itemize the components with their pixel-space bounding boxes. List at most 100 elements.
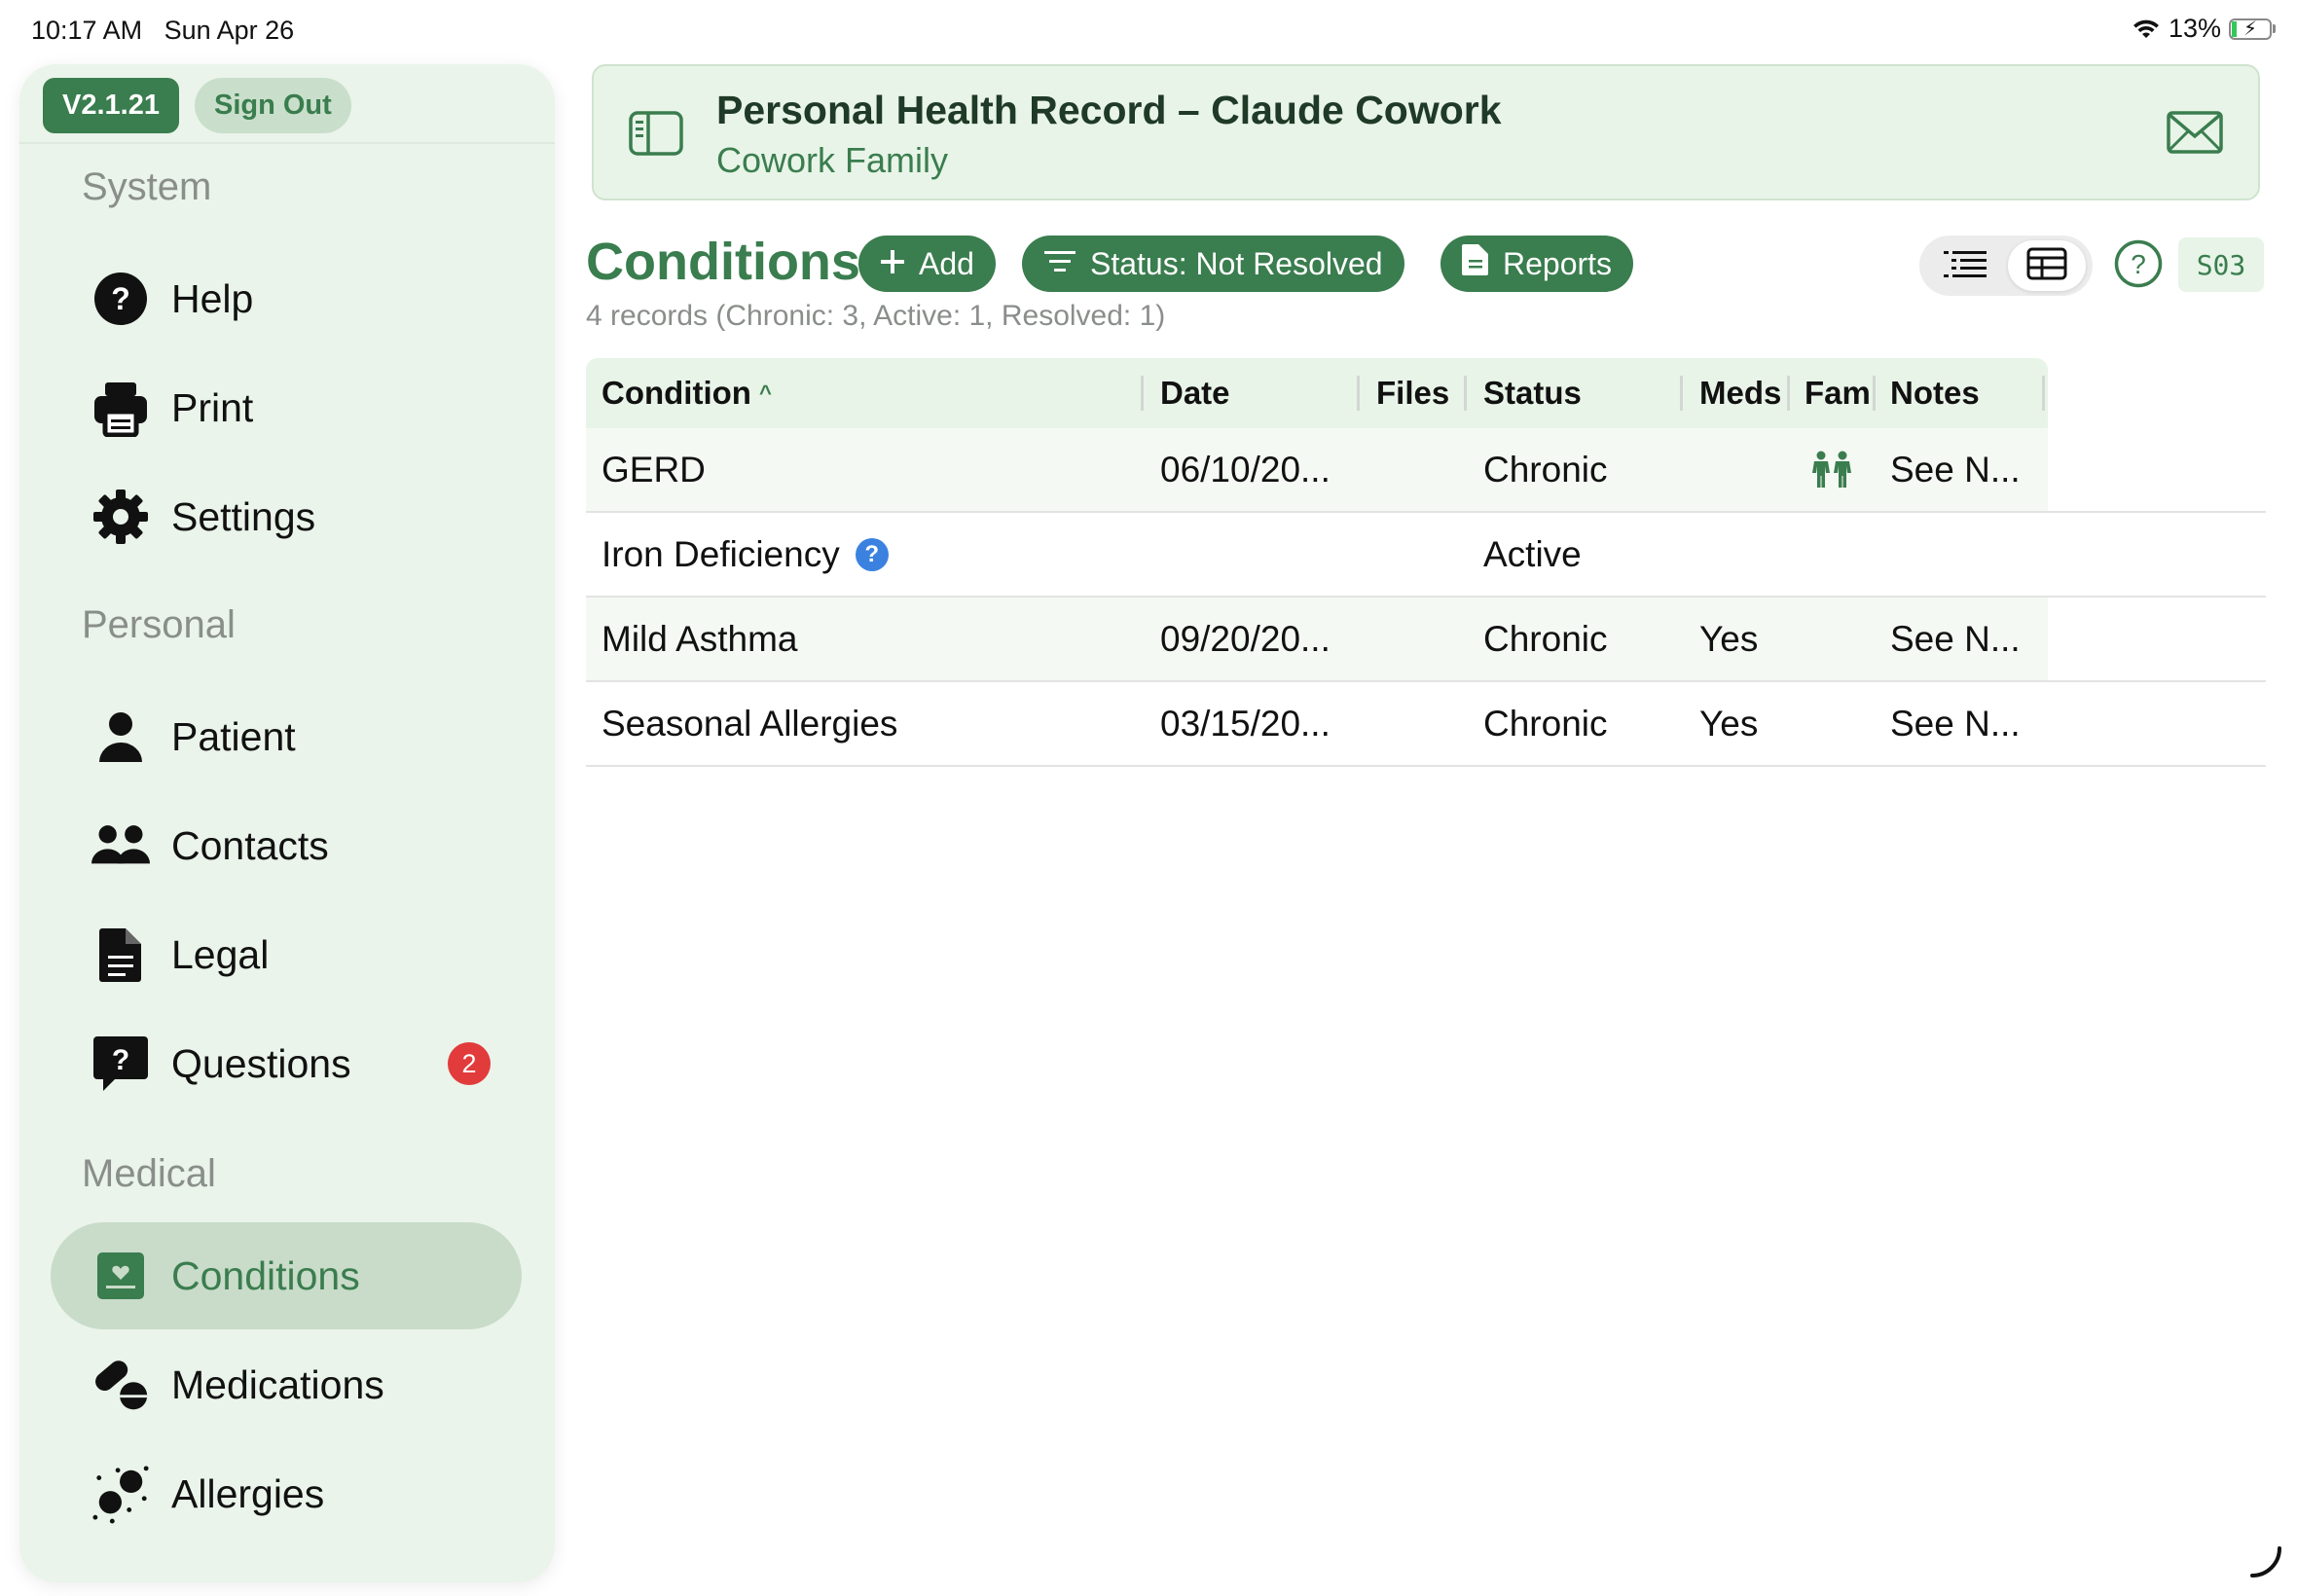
status-date: Sun Apr 26 (164, 16, 295, 45)
sidebar-item-help[interactable]: ? Help (51, 245, 522, 352)
add-button-label: Add (919, 245, 974, 281)
sidebar-item-label: Settings (171, 493, 316, 539)
battery-icon: ⚡ (2229, 18, 2276, 40)
sidebar-item-label: Patient (171, 713, 296, 759)
page-header-title: Personal Health Record – Claude Cowork (716, 88, 1502, 132)
column-header-date[interactable]: Date (1160, 358, 1230, 428)
cell-date: 03/15/20... (1160, 703, 1331, 744)
column-header-files[interactable]: Files (1376, 358, 1449, 428)
page-title: Conditions (586, 233, 860, 291)
sidebar-item-questions[interactable]: ? Questions 2 (51, 1010, 522, 1117)
cell-notes[interactable]: See N... (1890, 598, 2021, 680)
table-row[interactable]: Mild Asthma 09/20/20... Chronic Yes See … (586, 598, 2266, 682)
plus-icon (880, 246, 905, 282)
section-title-personal: Personal (82, 603, 236, 646)
record-summary: 4 records (Chronic: 3, Active: 1, Resolv… (586, 300, 1166, 332)
sidebar-item-label: Help (171, 275, 254, 321)
sidebar-item-patient[interactable]: Patient (51, 683, 522, 790)
table-view-button[interactable] (2008, 240, 2086, 291)
list-view-button[interactable] (1926, 240, 2004, 291)
sidebar-item-conditions[interactable]: Conditions (51, 1222, 522, 1329)
screen-code-badge: S03 (2178, 237, 2264, 292)
cell-notes[interactable]: See N... (1890, 682, 2021, 765)
help-circle-icon[interactable]: ? (2114, 239, 2163, 293)
column-header-fam[interactable]: Fam (1805, 358, 1871, 428)
medical-chart-icon (91, 1247, 150, 1305)
table-row[interactable]: Iron Deficiency ? Active (586, 513, 2266, 598)
column-divider[interactable] (1141, 376, 1144, 411)
sidebar-item-print[interactable]: Print (51, 354, 522, 461)
table-header: Condition ^ Date Files Status Meds Fam N… (586, 358, 2048, 428)
allergens-icon (91, 1465, 150, 1524)
list-icon (1944, 249, 1987, 283)
table-row[interactable]: GERD 06/10/20... Chronic See N... (586, 428, 2266, 513)
column-header-status[interactable]: Status (1483, 358, 1582, 428)
window-resize-icon[interactable] (2248, 1544, 2283, 1584)
document-icon (91, 925, 150, 984)
sidebar-item-label: Contacts (171, 822, 329, 868)
info-badge-icon[interactable]: ? (855, 537, 889, 571)
cell-status: Chronic (1483, 618, 1608, 659)
cell-meds: Yes (1699, 703, 1759, 744)
sidebar-item-label: Questions (171, 1040, 351, 1086)
person-icon (91, 707, 150, 766)
wifi-icon (2133, 19, 2159, 38)
mail-icon[interactable] (2167, 111, 2223, 159)
reports-button-label: Reports (1503, 245, 1613, 281)
version-badge[interactable]: V2.1.21 (43, 78, 179, 133)
question-bubble-icon: ? (91, 1034, 150, 1093)
sidebar: V2.1.21 Sign Out System ? Help Print Set… (19, 64, 555, 1582)
cell-date: 09/20/20... (1160, 618, 1331, 659)
sidebar-item-contacts[interactable]: Contacts (51, 792, 522, 899)
printer-icon (91, 379, 150, 437)
sidebar-toggle-icon[interactable] (629, 111, 683, 161)
sidebar-item-allergies[interactable]: Allergies (51, 1440, 522, 1547)
column-divider[interactable] (1787, 376, 1790, 411)
status-filter-button[interactable]: Status: Not Resolved (1022, 236, 1404, 292)
column-divider[interactable] (1680, 376, 1683, 411)
cell-status: Chronic (1483, 703, 1608, 744)
sidebar-item-label: Conditions (171, 1252, 360, 1298)
pills-icon (91, 1356, 150, 1414)
cell-status: Chronic (1483, 449, 1608, 490)
section-title-medical: Medical (82, 1152, 216, 1195)
column-divider[interactable] (1357, 376, 1360, 411)
cell-meds: Yes (1699, 618, 1759, 659)
column-divider[interactable] (2042, 376, 2045, 411)
add-button[interactable]: Add (858, 236, 996, 292)
help-icon: ? (91, 270, 150, 328)
cell-date: 06/10/20... (1160, 449, 1331, 490)
sign-out-button[interactable]: Sign Out (194, 78, 351, 133)
view-mode-toggle (1919, 236, 2093, 296)
cell-notes[interactable]: See N... (1890, 428, 2021, 511)
gear-icon (91, 488, 150, 546)
column-header-meds[interactable]: Meds (1699, 358, 1781, 428)
sidebar-item-label: Medications (171, 1361, 384, 1407)
svg-text:?: ? (111, 281, 130, 316)
column-header-condition[interactable]: Condition ^ (602, 358, 772, 428)
sidebar-item-label: Legal (171, 931, 270, 977)
status-time: 10:17 AM (31, 16, 143, 45)
sidebar-divider (19, 142, 555, 144)
people-icon (91, 816, 150, 875)
column-header-notes[interactable]: Notes (1890, 358, 1980, 428)
table-row[interactable]: Seasonal Allergies 03/15/20... Chronic Y… (586, 682, 2266, 767)
column-divider[interactable] (1464, 376, 1467, 411)
column-divider[interactable] (1873, 376, 1876, 411)
header-card: Personal Health Record – Claude Cowork C… (592, 64, 2260, 200)
sidebar-item-medications[interactable]: Medications (51, 1331, 522, 1438)
cell-status: Active (1483, 533, 1582, 574)
battery-percent: 13% (2168, 14, 2221, 43)
svg-text:?: ? (2131, 249, 2146, 279)
sidebar-item-label: Print (171, 384, 254, 430)
sidebar-item-legal[interactable]: Legal (51, 901, 522, 1008)
page-header-subtitle: Cowork Family (716, 140, 949, 180)
reports-button[interactable]: Reports (1440, 236, 1634, 292)
cell-condition: Seasonal Allergies (602, 703, 898, 744)
section-title-system: System (82, 165, 212, 208)
questions-count-badge: 2 (448, 1042, 491, 1085)
filter-icon (1043, 246, 1076, 282)
svg-text:?: ? (112, 1044, 129, 1076)
table-grid-icon (2026, 247, 2067, 285)
sidebar-item-settings[interactable]: Settings (51, 463, 522, 570)
